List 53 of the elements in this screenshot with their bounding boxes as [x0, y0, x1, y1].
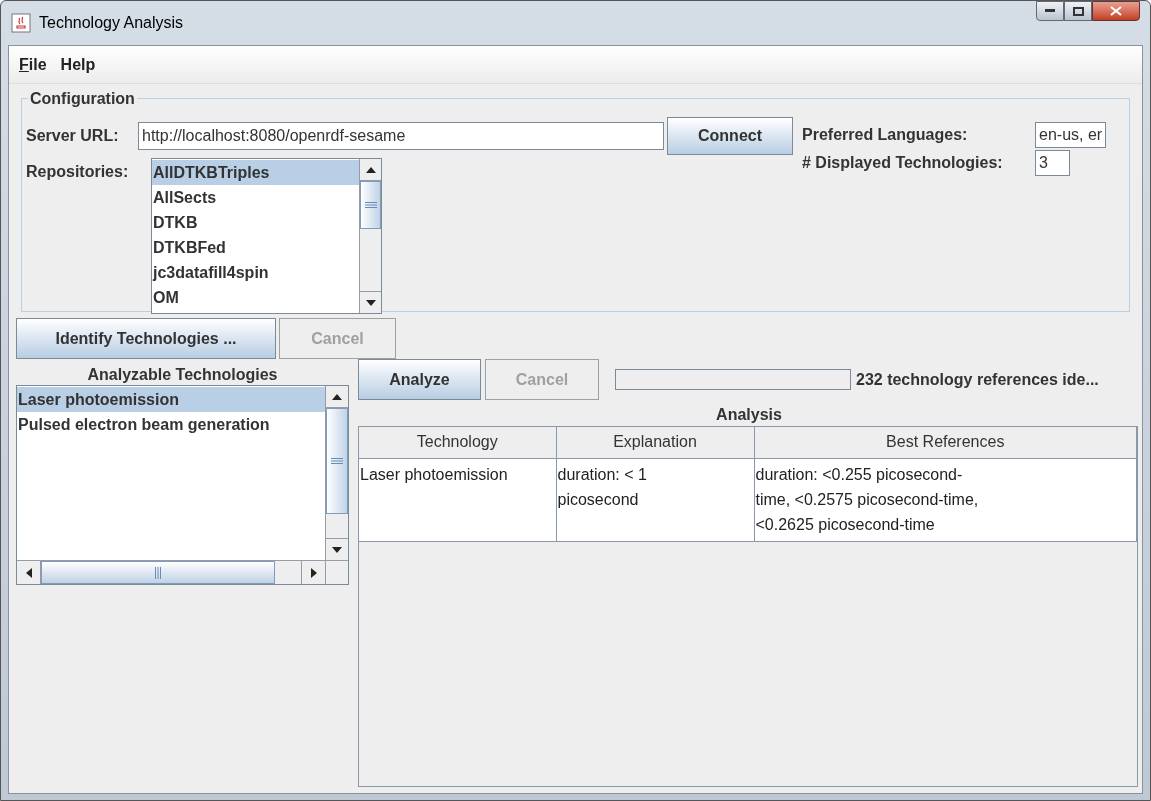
scroll-down-button[interactable]	[326, 538, 348, 560]
vertical-scrollbar[interactable]	[359, 159, 381, 313]
maximize-icon	[1072, 6, 1084, 16]
grip-icon	[155, 566, 161, 579]
scroll-up-button[interactable]	[326, 386, 348, 408]
column-header[interactable]: Technology	[359, 427, 556, 458]
panel-title: Analysis	[715, 405, 783, 425]
right-arrow-icon	[310, 567, 317, 578]
up-arrow-icon	[365, 166, 376, 173]
preferred-languages-field[interactable]: en-us, er	[1035, 122, 1107, 148]
displayed-technologies-field[interactable]: 3	[1035, 149, 1070, 176]
field-label: # Displayed Technologies:	[802, 152, 1004, 173]
minimize-button[interactable]	[1036, 1, 1064, 21]
technology-list[interactable]: Laser photoemission Pulsed electron beam generation	[16, 385, 349, 585]
repository-list[interactable]: AllDTKBTriples AllSects DTKB DTKBFed jc3datafill4spin OM	[151, 158, 382, 314]
field-label: Repositories:	[26, 162, 130, 182]
status-text: 232 technology references ide...	[856, 369, 1099, 390]
table-cell: Laser photoemission	[359, 458, 556, 541]
horizontal-scrollbar[interactable]	[17, 561, 325, 584]
menu-item[interactable]: Help	[56, 52, 100, 77]
java-cup-icon	[11, 13, 31, 33]
scroll-up-button[interactable]	[360, 159, 381, 181]
scroll-thumb[interactable]	[41, 561, 275, 584]
action-button[interactable]: Identify Technologies ...	[16, 318, 276, 359]
field-label: Server URL:	[26, 126, 120, 146]
field-label: Preferred Languages:	[802, 125, 969, 145]
vertical-scrollbar[interactable]	[325, 386, 348, 560]
list-item[interactable]: Laser photoemission	[17, 387, 325, 412]
connect-button[interactable]: Connect	[667, 117, 793, 155]
menu-item[interactable]: File	[15, 52, 51, 77]
up-arrow-icon	[332, 393, 342, 400]
scroll-thumb[interactable]	[360, 181, 381, 229]
down-arrow-icon	[365, 299, 376, 306]
scroll-down-button[interactable]	[360, 291, 381, 313]
grip-icon	[331, 458, 343, 464]
grip-icon	[364, 202, 377, 208]
minimize-icon	[1045, 9, 1055, 13]
table-cell: duration: <0.255 picosecond-time, <0.2575 picosecond-time, <0.2625 picosecond-time	[754, 458, 1137, 541]
list-item[interactable]: AllDTKBTriples	[152, 160, 359, 185]
close-icon	[1110, 6, 1122, 16]
table-cell: duration: < 1 picosecond	[556, 458, 754, 541]
column-header[interactable]: Best References	[754, 427, 1137, 458]
left-arrow-icon	[25, 567, 32, 578]
server-url-field[interactable]: http://localhost:8080/openrdf-sesame	[138, 122, 664, 150]
scroll-corner	[325, 561, 348, 584]
action-button[interactable]: Analyze	[358, 359, 481, 400]
maximize-button[interactable]	[1064, 1, 1092, 21]
panel-title: Analyzable Technologies	[86, 365, 279, 385]
scroll-thumb[interactable]	[326, 408, 348, 514]
close-button[interactable]	[1092, 1, 1140, 21]
column-header[interactable]: Explanation	[556, 427, 754, 458]
window-title: Technology Analysis	[39, 13, 184, 33]
down-arrow-icon	[332, 546, 342, 553]
